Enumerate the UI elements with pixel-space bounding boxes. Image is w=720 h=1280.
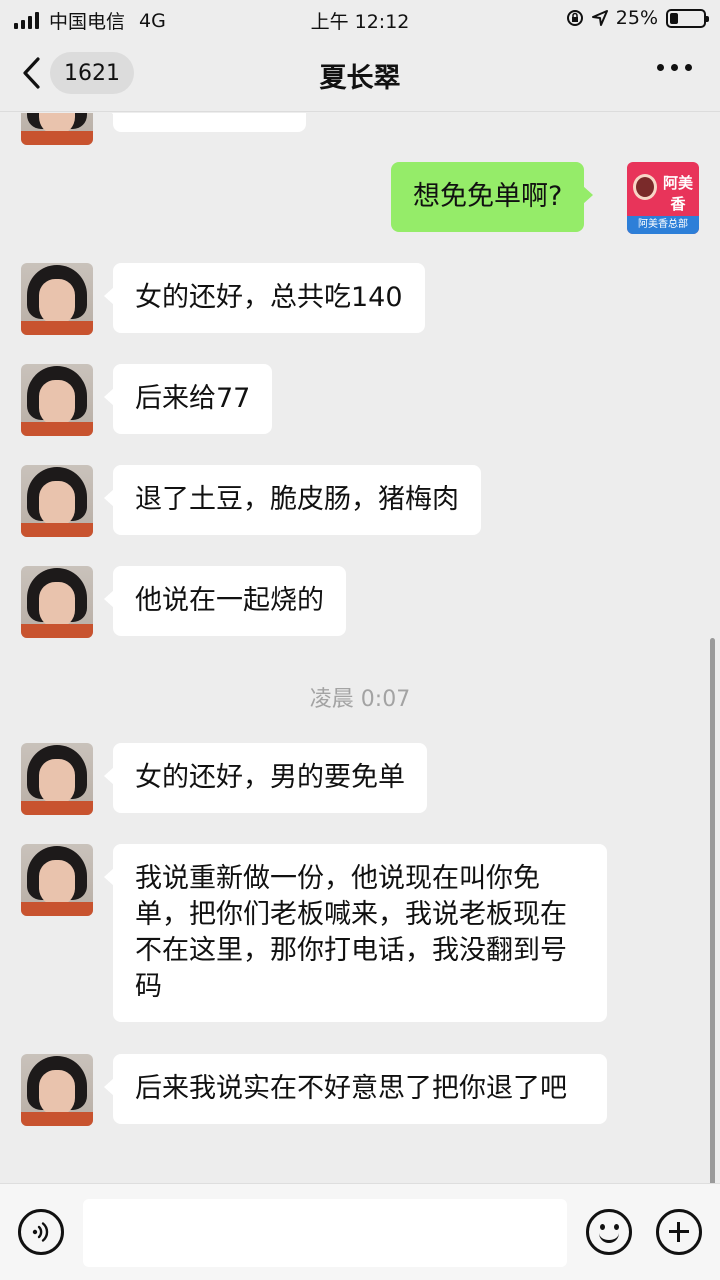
message-bubble[interactable]: 后来给77 [103,364,273,434]
battery-percent: 25% [615,7,658,29]
location-arrow-icon [591,10,608,26]
message-bubble[interactable]: 退了土豆，脆皮肠，猪梅肉 [104,465,481,535]
chat-area[interactable]: 想免免单啊? 阿美香 阿美香总部 女的还好，总共吃140 后来给77 退了土豆，… [0,113,720,1183]
brand-footer: 阿美香总部 [627,216,699,234]
message-bubble[interactable]: 女的还好，男的要免单 [104,743,427,813]
message-bubble[interactable] [104,113,306,132]
message-bubble[interactable]: 后来我说实在不好意思了把你退了吧 [104,1054,607,1124]
brand-logo-icon [633,174,657,200]
contact-avatar[interactable] [21,465,93,537]
voice-icon[interactable] [18,1209,64,1255]
contact-avatar[interactable] [21,113,93,145]
more-dots-icon[interactable] [657,64,692,71]
plus-icon[interactable] [656,1209,702,1255]
battery-icon [666,8,709,28]
nav-bar: 1621 夏长翠 [0,36,720,112]
message-bubble[interactable]: 我说重新做一份，他说现在叫你免单，把你们老板喊来，我说老板现在不在这里，那你打电… [104,844,607,1022]
brand-logo-text: 阿美香 [662,174,693,213]
contact-avatar[interactable] [21,1054,93,1126]
message-bubble-self[interactable]: 想免免单啊? [391,162,594,232]
contact-avatar[interactable] [21,743,93,815]
contact-avatar[interactable] [21,566,93,638]
scrollbar[interactable] [710,638,715,1183]
message-input[interactable] [83,1199,567,1267]
contact-avatar[interactable] [21,844,93,916]
self-avatar[interactable]: 阿美香 阿美香总部 [627,162,699,234]
rotation-lock-icon [566,10,583,26]
message-bubble[interactable]: 女的还好，总共吃140 [104,263,425,333]
input-bar [0,1183,720,1280]
emoji-icon[interactable] [586,1209,632,1255]
message-bubble[interactable]: 他说在一起烧的 [104,566,346,636]
contact-avatar[interactable] [21,263,93,335]
voice-wave-icon [32,1222,49,1242]
status-right: 25% [566,7,709,29]
status-bar: 中国电信 4G 上午 12:12 25% [0,0,720,36]
chat-title: 夏长翠 [319,63,401,94]
message-timestamp: 凌晨 0:07 [309,687,411,712]
battery-fill [670,12,678,24]
contact-avatar[interactable] [21,364,93,436]
